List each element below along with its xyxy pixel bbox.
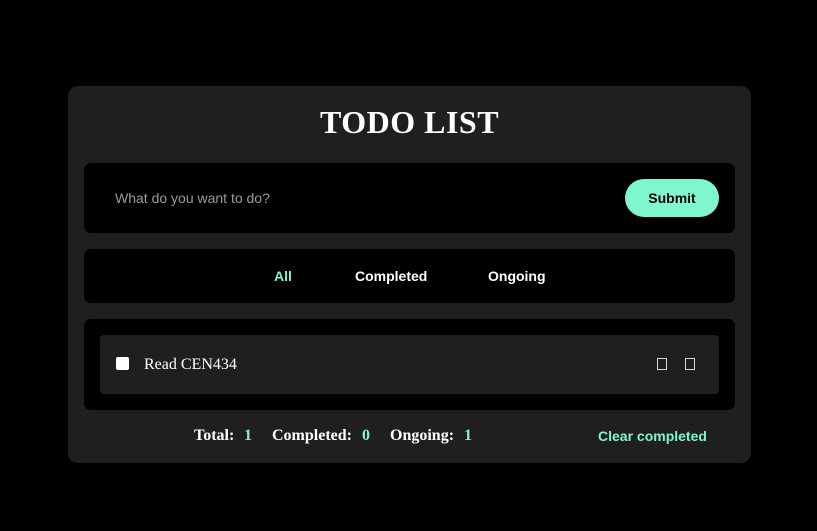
delete-icon[interactable] [685, 358, 695, 370]
stats-bar: Total: 1 Completed: 0 Ongoing: 1 Clear c… [68, 424, 751, 448]
todo-input[interactable] [100, 180, 615, 216]
submit-button[interactable]: Submit [625, 179, 719, 217]
filter-all[interactable]: All [274, 249, 292, 303]
total-value: 1 [244, 427, 252, 444]
ongoing-value: 1 [464, 427, 472, 444]
filter-completed[interactable]: Completed [355, 249, 427, 303]
filter-ongoing[interactable]: Ongoing [488, 249, 546, 303]
todo-checkbox[interactable] [116, 357, 129, 370]
edit-icon[interactable] [657, 358, 667, 370]
filter-bar: All Completed Ongoing [84, 249, 735, 303]
page-title: TODO LIST [319, 104, 500, 140]
completed-value: 0 [362, 427, 370, 444]
todo-text: Read CEN434 [144, 356, 237, 373]
completed-label: Completed: [272, 427, 352, 444]
todo-card: TODO LIST Submit All Completed Ongoing R… [68, 86, 751, 463]
ongoing-label: Ongoing: [390, 427, 455, 444]
total-label: Total: [194, 427, 235, 444]
todo-list: Read CEN434 [84, 319, 735, 410]
add-todo-panel: Submit [84, 163, 735, 233]
clear-completed-button[interactable]: Clear completed [598, 424, 707, 448]
todo-item: Read CEN434 [100, 335, 719, 394]
